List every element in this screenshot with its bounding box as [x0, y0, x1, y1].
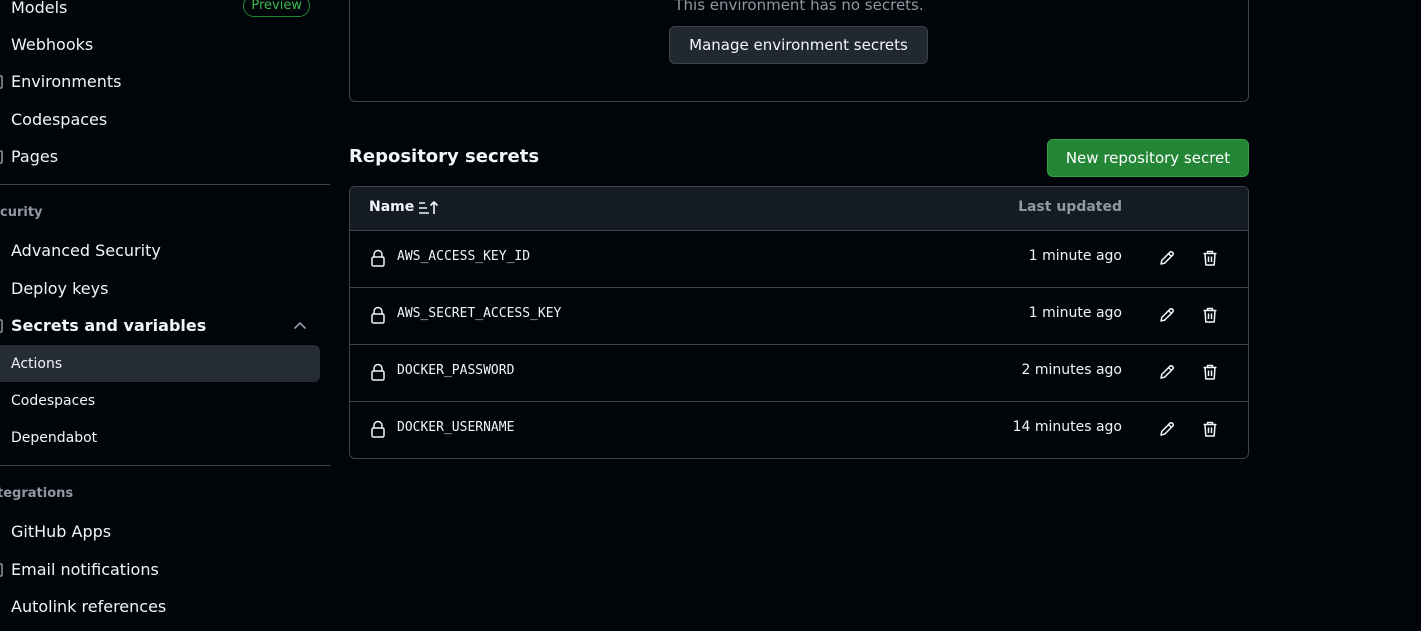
environment-secrets-box: This environment has no secrets. Manage … [349, 0, 1249, 102]
sidebar-subitem-label: Actions [11, 355, 63, 372]
last-updated: 1 minute ago [1028, 248, 1122, 264]
secret-name: AWS_SECRET_ACCESS_KEY [397, 306, 562, 321]
sidebar-divider [0, 465, 330, 466]
last-updated: 1 minute ago [1028, 305, 1122, 321]
sidebar-subitem-actions[interactable]: Actions [0, 345, 320, 382]
sidebar-item-label: Secrets and variables [11, 316, 207, 335]
trash-icon[interactable] [1200, 305, 1220, 325]
sidebar-item-deploy-keys[interactable]: Deploy keys [0, 270, 320, 307]
table-row: DOCKER_USERNAME 14 minutes ago [350, 401, 1248, 458]
pencil-icon[interactable] [1157, 362, 1177, 382]
preview-badge: Preview [243, 0, 310, 17]
table-row: AWS_ACCESS_KEY_ID 1 minute ago [350, 230, 1248, 288]
sidebar-item-advanced-security[interactable]: Advanced Security [0, 232, 320, 269]
sidebar-item-label: Webhooks [11, 35, 94, 54]
sidebar-item-email-notifications[interactable]: Email notifications [0, 551, 320, 588]
sidebar-divider [0, 184, 330, 185]
sidebar-item-secrets-and-variables[interactable]: Secrets and variables [0, 307, 320, 344]
lock-icon [371, 420, 385, 438]
pencil-icon[interactable] [1157, 419, 1177, 439]
table-header: Name Last updated [350, 187, 1248, 231]
repository-secrets-heading: Repository secrets [349, 146, 540, 167]
section-title-integrations: tegrations [0, 486, 74, 501]
sidebar-item-label: Deploy keys [11, 279, 109, 298]
lock-icon [371, 249, 385, 267]
sidebar-item-label: Environments [11, 72, 122, 91]
pencil-icon[interactable] [1157, 305, 1177, 325]
sidebar-item-label: Email notifications [11, 560, 159, 579]
secret-name: AWS_ACCESS_KEY_ID [397, 249, 531, 264]
manage-environment-secrets-button[interactable]: Manage environment secrets [669, 26, 928, 64]
sort-ascending-icon[interactable] [418, 200, 440, 216]
settings-sidebar: Models Preview Webhooks Environments Cod… [0, 0, 330, 631]
trash-icon[interactable] [1200, 419, 1220, 439]
sidebar-subitem-label: Dependabot [11, 429, 98, 446]
lock-icon [371, 363, 385, 381]
sidebar-item-label: Pages [11, 147, 59, 166]
sidebar-item-environments[interactable]: Environments [0, 63, 320, 100]
last-updated: 14 minutes ago [1012, 419, 1122, 435]
pages-icon [0, 150, 3, 164]
column-header-last-updated: Last updated [1018, 199, 1122, 215]
secrets-table: Name Last updated AWS_ACCESS_KEY_ID 1 mi… [349, 186, 1249, 459]
table-row: DOCKER_PASSWORD 2 minutes ago [350, 344, 1248, 402]
empty-state-text: This environment has no secrets. [674, 0, 924, 14]
email-icon [0, 563, 3, 577]
sidebar-item-autolink-references[interactable]: Autolink references [0, 588, 320, 625]
sidebar-item-label: Advanced Security [11, 241, 161, 260]
sidebar-item-webhooks[interactable]: Webhooks [0, 26, 320, 63]
sidebar-item-codespaces[interactable]: Codespaces [0, 101, 320, 138]
sidebar-item-pages[interactable]: Pages [0, 138, 320, 175]
pencil-icon[interactable] [1157, 248, 1177, 268]
sidebar-item-models[interactable]: Models Preview [0, 0, 320, 26]
last-updated: 2 minutes ago [1021, 362, 1122, 378]
sidebar-item-github-apps[interactable]: GitHub Apps [0, 513, 320, 550]
sidebar-item-label: GitHub Apps [11, 522, 112, 541]
sidebar-subitem-dependabot[interactable]: Dependabot [0, 419, 320, 456]
environments-icon [0, 75, 3, 89]
sidebar-item-label: Autolink references [11, 597, 167, 616]
sidebar-subitem-label: Codespaces [11, 392, 96, 409]
column-header-name[interactable]: Name [369, 199, 414, 215]
new-repository-secret-button[interactable]: New repository secret [1047, 139, 1249, 177]
sidebar-subitem-codespaces[interactable]: Codespaces [0, 382, 320, 419]
secrets-icon [0, 319, 3, 333]
section-title-security: curity [0, 205, 43, 220]
secret-name: DOCKER_PASSWORD [397, 363, 515, 378]
sidebar-item-label: Codespaces [11, 110, 108, 129]
lock-icon [371, 306, 385, 324]
trash-icon[interactable] [1200, 248, 1220, 268]
sidebar-item-label: Models [11, 0, 68, 17]
table-row: AWS_SECRET_ACCESS_KEY 1 minute ago [350, 287, 1248, 345]
chevron-up-icon[interactable] [293, 319, 307, 333]
trash-icon[interactable] [1200, 362, 1220, 382]
secret-name: DOCKER_USERNAME [397, 420, 515, 435]
